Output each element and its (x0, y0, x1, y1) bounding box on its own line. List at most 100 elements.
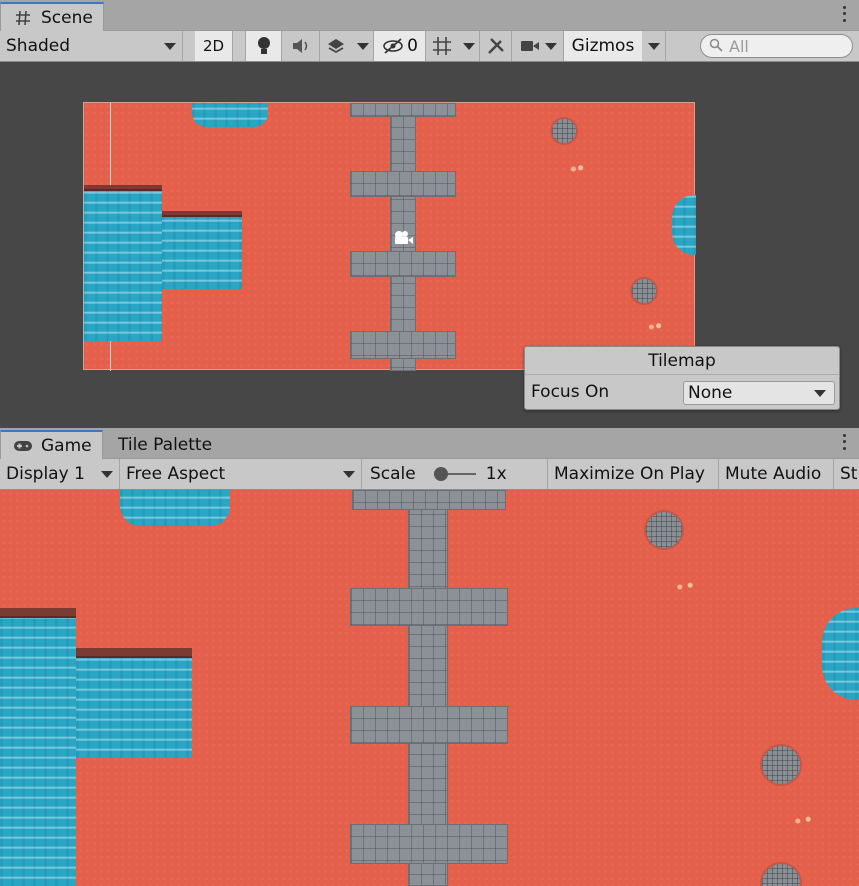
gizmos-button[interactable]: Gizmos (564, 31, 642, 61)
toggle-2d-button[interactable]: 2D (195, 31, 233, 61)
chevron-down-icon (356, 42, 369, 50)
lightbulb-icon (252, 34, 275, 58)
scene-toolbar: Shaded 2D 0 Gizmos All (0, 31, 859, 62)
camera-dropdown-button[interactable] (512, 31, 564, 61)
stone-path (350, 588, 508, 626)
tab-game[interactable]: Game (0, 430, 103, 460)
manhole (760, 744, 802, 786)
tab-tile-palette[interactable]: Tile Palette (108, 430, 222, 460)
effects-button[interactable] (320, 31, 352, 61)
camera-icon (518, 34, 541, 58)
eye-slash-icon (381, 34, 405, 58)
scale-label: Scale (370, 464, 416, 484)
manhole (550, 117, 578, 145)
toggle-2d-label: 2D (202, 37, 225, 55)
display-dropdown[interactable]: Display 1 (0, 459, 120, 489)
chevron-down-icon (343, 470, 355, 478)
scene-kebab-menu-icon[interactable] (841, 4, 847, 24)
water-lake (76, 658, 192, 758)
manhole (630, 277, 658, 305)
scene-viewport[interactable]: Tilemap Focus On None (0, 62, 859, 428)
audio-toggle-button[interactable] (282, 31, 320, 61)
aspect-value: Free Aspect (126, 464, 226, 484)
scene-tilemap (83, 102, 696, 371)
game-toolbar: Display 1 Free Aspect Scale 1x Maximize … (0, 459, 859, 490)
chevron-down-icon (101, 470, 113, 478)
mute-audio-label: Mute Audio (725, 464, 822, 484)
water-lake (162, 217, 242, 289)
game-viewport[interactable] (0, 490, 859, 886)
tab-game-label: Game (41, 436, 92, 456)
manhole (644, 510, 684, 550)
tab-tile-palette-label: Tile Palette (118, 435, 213, 455)
camera-gizmo-icon[interactable] (390, 225, 414, 249)
tilemap-overlay-title: Tilemap (525, 347, 839, 375)
chevron-down-icon (814, 389, 826, 397)
display-value: Display 1 (6, 464, 85, 484)
focus-on-dropdown[interactable]: None (683, 381, 835, 405)
water-pond (822, 608, 859, 700)
aspect-dropdown[interactable]: Free Aspect (120, 459, 362, 489)
effects-dropdown-button[interactable] (352, 31, 374, 61)
gizmos-label: Gizmos (571, 36, 635, 56)
stone-path (350, 103, 456, 117)
water-pond (672, 195, 696, 255)
stone-path (350, 824, 508, 864)
tools-icon (486, 34, 506, 58)
chevron-down-icon (545, 42, 557, 50)
game-kebab-menu-icon[interactable] (841, 432, 847, 452)
gizmos-dropdown-button[interactable] (642, 31, 666, 61)
stats-toggle[interactable]: St (834, 459, 859, 489)
stone-path (350, 251, 456, 277)
scale-slider-handle[interactable] (433, 467, 448, 481)
lighting-toggle-button[interactable] (246, 31, 282, 61)
chevron-down-icon (647, 42, 660, 50)
cliff-edge (76, 648, 192, 658)
rubble (568, 163, 586, 175)
chevron-down-icon (164, 42, 176, 50)
maximize-on-play-label: Maximize On Play (554, 464, 705, 484)
water-pond (192, 103, 268, 127)
focus-on-value: None (688, 383, 733, 403)
shading-mode-value: Shaded (6, 36, 71, 56)
grid-dropdown-button[interactable] (458, 31, 480, 61)
scale-slider[interactable] (433, 467, 476, 481)
water-lake (0, 618, 76, 886)
stone-path (350, 706, 508, 744)
rubble (646, 321, 664, 333)
stone-path (350, 331, 456, 359)
hash-icon (11, 6, 35, 30)
search-placeholder: All (729, 36, 749, 56)
speaker-icon (289, 34, 313, 58)
tools-button[interactable] (480, 31, 512, 61)
scale-control: Scale 1x (362, 459, 548, 489)
water-lake (84, 191, 162, 341)
maximize-on-play-toggle[interactable]: Maximize On Play (548, 459, 719, 489)
tab-scene-label: Scene (41, 8, 93, 28)
tilemap-overlay-panel: Tilemap Focus On None (524, 346, 840, 410)
chevron-down-icon (462, 42, 475, 50)
focus-on-label: Focus On (531, 382, 610, 402)
manhole (760, 862, 802, 886)
water-pond (120, 490, 230, 526)
search-input[interactable]: All (700, 34, 853, 58)
scale-value: 1x (485, 464, 507, 484)
scene-tab-bar: Scene (0, 0, 859, 32)
hidden-objects-toggle[interactable]: 0 (374, 31, 426, 61)
tab-scene[interactable]: Scene (0, 2, 104, 32)
gamepad-icon (11, 434, 35, 458)
cliff-edge (0, 608, 76, 618)
stone-path (350, 171, 456, 197)
layers-icon (326, 34, 346, 58)
mute-audio-toggle[interactable]: Mute Audio (719, 459, 834, 489)
hidden-count: 0 (407, 36, 418, 56)
grid-snap-button[interactable] (426, 31, 458, 61)
stats-label: St (840, 464, 858, 484)
rubble (672, 578, 698, 596)
search-icon (709, 37, 723, 56)
rubble (790, 812, 816, 830)
grid-icon (432, 34, 452, 58)
shading-mode-dropdown[interactable]: Shaded (0, 31, 183, 61)
game-tab-bar: Game Tile Palette (0, 428, 859, 460)
stone-path (352, 490, 506, 510)
